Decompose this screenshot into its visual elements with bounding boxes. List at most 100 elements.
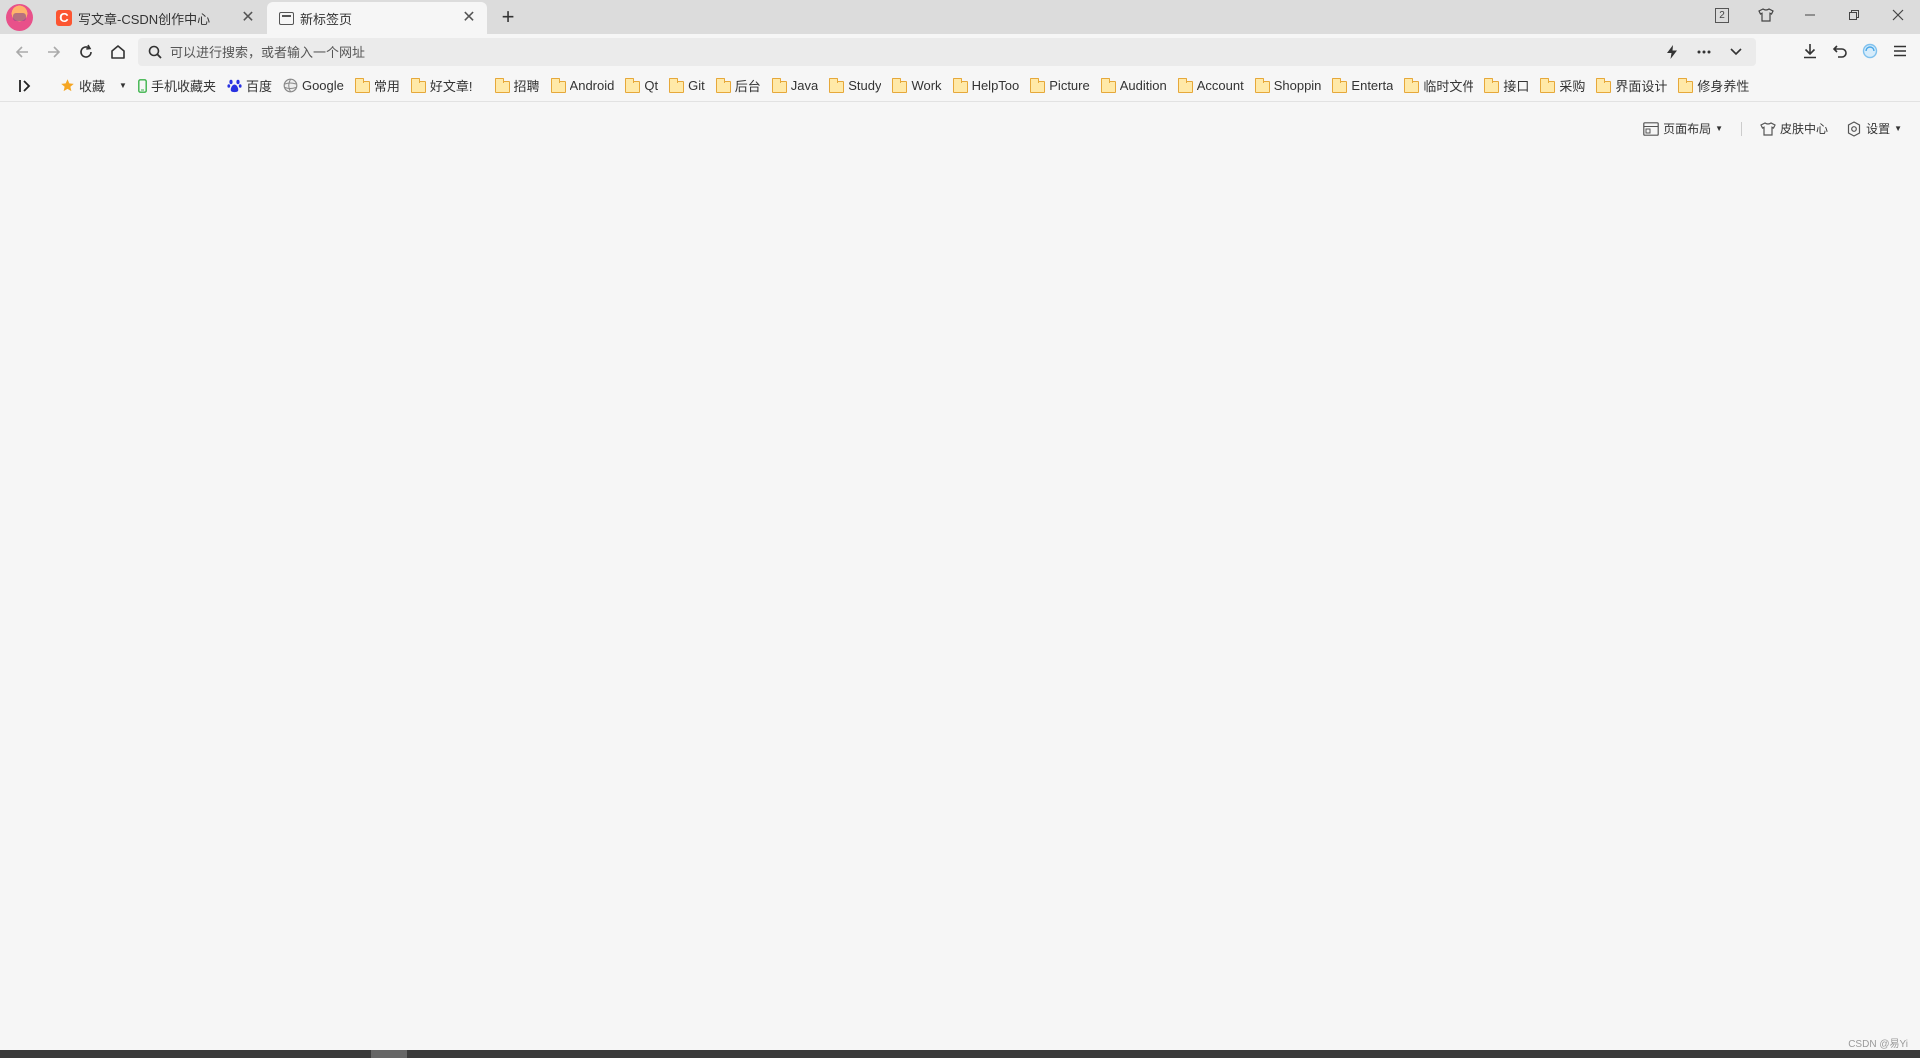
bookmark-label: Account [1196, 78, 1244, 93]
bookmark-folder[interactable]: Picture [1026, 74, 1093, 98]
new-tab-button[interactable]: + [496, 5, 520, 29]
user-avatar[interactable] [6, 4, 33, 31]
main-menu-button[interactable] [1888, 39, 1912, 63]
folder-icon [952, 77, 968, 93]
folder-icon [1484, 77, 1500, 93]
dropdown-button[interactable] [1724, 40, 1748, 64]
lightning-icon [1667, 45, 1677, 59]
tab-csdn[interactable]: C 写文章-CSDN创作中心 ✕ [44, 2, 266, 34]
bookmark-folder[interactable]: Audition [1097, 74, 1171, 98]
bookmark-label: 百度 [245, 79, 272, 94]
bookmark-folder[interactable]: 修身养性 [1674, 74, 1753, 98]
bookmark-folder[interactable]: 临时文件 [1400, 74, 1477, 98]
bookmark-label: 收藏 [79, 79, 106, 94]
reload-button[interactable] [73, 39, 99, 65]
close-icon[interactable]: ✕ [240, 10, 256, 26]
more-options-button[interactable] [1692, 40, 1716, 64]
taskbar-active-item[interactable] [371, 1050, 407, 1058]
bookmark-folder[interactable]: Enterta [1328, 74, 1397, 98]
minimize-button[interactable] [1788, 0, 1832, 30]
bookmark-label: 招聘 [513, 79, 540, 94]
folder-icon [715, 77, 731, 93]
bookmark-folder[interactable]: 采购 [1536, 74, 1589, 98]
bookmark-label: 好文章! [429, 79, 473, 94]
bookmark-folder[interactable]: Shoppin [1251, 74, 1326, 98]
caret-down-icon: ▼ [1715, 124, 1724, 133]
bookmark-label: Study [848, 78, 882, 93]
taskbar [0, 1050, 1920, 1058]
page-layout-label: 页面布局 [1663, 122, 1712, 136]
bookmark-label: Work [911, 78, 942, 93]
bookmark-label: Git [688, 78, 705, 93]
star-icon [61, 79, 74, 92]
search-icon [148, 45, 162, 59]
bookmark-baidu[interactable]: 百度 [223, 74, 276, 98]
csdn-favicon-icon: C [56, 10, 72, 26]
forward-button[interactable] [41, 39, 67, 65]
skin-shirt-button[interactable] [1744, 0, 1788, 30]
folder-icon [1404, 77, 1420, 93]
download-icon [1804, 44, 1816, 59]
page-layout-button[interactable]: 页面布局 ▼ [1643, 120, 1723, 137]
reload-icon [80, 44, 92, 58]
bookmark-folder[interactable]: Qt [621, 74, 662, 98]
bookmark-label: Google [301, 78, 344, 93]
bookmark-label: 后台 [734, 79, 761, 94]
sidebar-toggle-button[interactable] [14, 74, 36, 98]
skin-center-button[interactable]: 皮肤中心 [1760, 120, 1828, 137]
bookmark-folder[interactable]: HelpToo [949, 74, 1024, 98]
bookmark-label: 手机收藏夹 [150, 79, 216, 94]
close-window-button[interactable] [1876, 0, 1920, 30]
bookmark-folder[interactable]: Account [1174, 74, 1248, 98]
back-button[interactable] [9, 39, 35, 65]
folder-icon [771, 77, 787, 93]
bookmark-folder[interactable]: Android [547, 74, 619, 98]
bookmark-folder[interactable]: 界面设计 [1592, 74, 1671, 98]
restore-button[interactable] [1832, 0, 1876, 30]
swirl-extension-icon [1862, 43, 1878, 59]
restore-icon [1849, 10, 1859, 20]
sidebar-expand-icon [19, 79, 31, 92]
download-button[interactable] [1798, 39, 1822, 63]
tab-count-button[interactable]: 2 [1700, 0, 1744, 30]
speed-mode-button[interactable] [1660, 40, 1684, 64]
address-bar[interactable] [138, 38, 1756, 66]
baidu-paw-icon [227, 79, 242, 93]
bookmark-label: 常用 [373, 79, 400, 94]
bookmark-label: Enterta [1351, 78, 1394, 93]
tab-count-badge: 2 [1715, 7, 1729, 23]
bookmark-folder[interactable]: 后台 [712, 74, 765, 98]
home-button[interactable] [105, 39, 131, 65]
bookmark-favorites[interactable]: 收藏 ▼ [56, 74, 131, 98]
bookmark-folder[interactable]: Study [825, 74, 885, 98]
bookmark-folder[interactable]: 接口 [1480, 74, 1533, 98]
address-input[interactable] [170, 44, 1660, 60]
bookmark-folder[interactable]: 常用 [351, 74, 404, 98]
bookmark-folder[interactable]: 好文章! [407, 74, 477, 98]
bookmark-folder[interactable]: 招聘 [491, 74, 544, 98]
bookmark-label: 界面设计 [1615, 79, 1668, 94]
folder-icon [829, 77, 845, 93]
folder-icon [1540, 77, 1556, 93]
bookmark-mobile-favorites[interactable]: 手机收藏夹 [134, 74, 220, 98]
bookmark-google[interactable]: Google [279, 74, 348, 98]
bookmark-label: Audition [1119, 78, 1167, 93]
folder-icon [410, 77, 426, 93]
settings-button[interactable]: 设置 ▼ [1846, 120, 1902, 137]
bookmark-label: Picture [1049, 78, 1090, 93]
chevron-down-icon [1730, 48, 1742, 56]
extension-button[interactable] [1858, 39, 1882, 63]
bookmark-folder[interactable]: Java [768, 74, 822, 98]
folder-icon [1030, 77, 1046, 93]
bookmark-folder[interactable]: Git [665, 74, 709, 98]
bookmark-label: Shoppin [1273, 78, 1322, 93]
caret-down-icon: ▼ [1894, 124, 1902, 133]
folder-icon [494, 77, 510, 93]
bookmark-folder[interactable]: Work [888, 74, 945, 98]
tab-new-tab[interactable]: 新标签页 ✕ [267, 2, 487, 34]
undo-close-button[interactable] [1828, 39, 1852, 63]
folder-icon [354, 77, 370, 93]
caret-down-icon[interactable]: ▼ [119, 81, 127, 90]
tab-title: 写文章-CSDN创作中心 [78, 11, 211, 27]
close-icon[interactable]: ✕ [461, 10, 477, 26]
